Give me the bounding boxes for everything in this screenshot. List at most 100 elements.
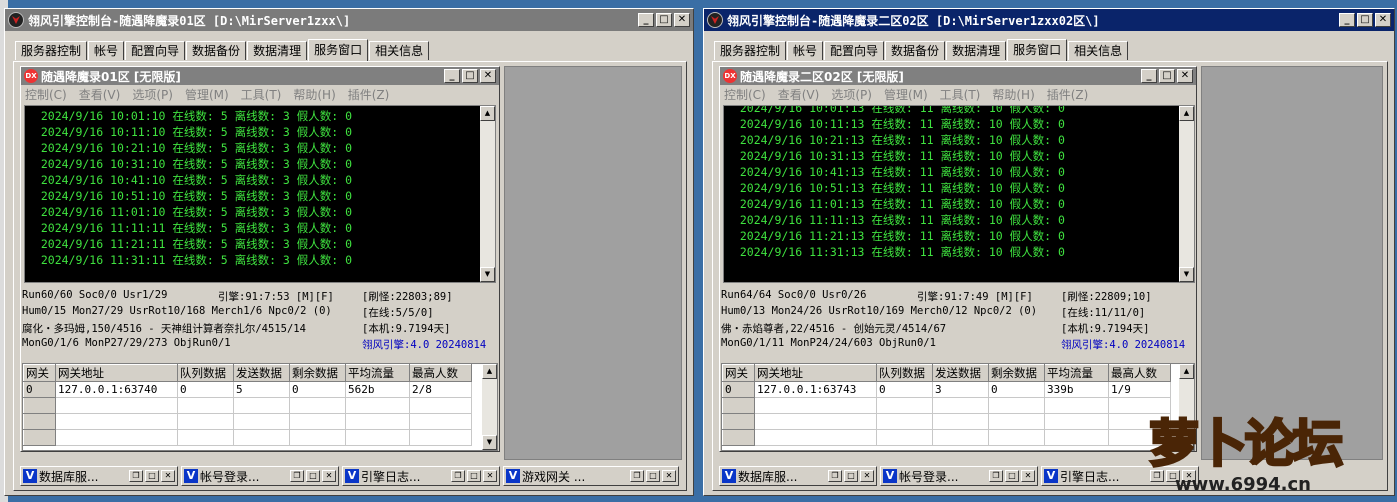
col-send-data[interactable]: 发送数据 <box>233 364 290 382</box>
log-scrollbar[interactable]: ▲ ▼ <box>1179 106 1194 282</box>
close-icon[interactable]: ✕ <box>161 470 175 482</box>
gateway-grid[interactable]: 网关 网关地址 队列数据 发送数据 剩余数据 平均流量 最高人数 0 127.0… <box>22 363 498 451</box>
menu-tools[interactable]: 工具(T) <box>241 86 282 103</box>
tab-config-wizard[interactable]: 配置向导 <box>824 41 885 60</box>
col-gateway-address[interactable]: 网关地址 <box>754 364 877 382</box>
task-database-server[interactable]: V 数据库服... ❐ □ ✕ <box>719 466 877 486</box>
log-console[interactable]: 2024/9/16 10:01:13 在线数: 11 离线数: 10 假人数: … <box>723 105 1195 283</box>
tab-server-control[interactable]: 服务器控制 <box>15 41 88 60</box>
tab-related-info[interactable]: 相关信息 <box>1068 41 1129 60</box>
menu-view[interactable]: 查看(V) <box>778 86 820 103</box>
col-max-users[interactable]: 最高人数 <box>409 364 472 382</box>
scroll-up-icon[interactable]: ▲ <box>1179 106 1194 121</box>
col-queue-data[interactable]: 队列数据 <box>177 364 234 382</box>
child-minimize-icon[interactable]: _ <box>1141 69 1157 83</box>
col-remain-data[interactable]: 剩余数据 <box>289 364 346 382</box>
task-database-server[interactable]: V 数据库服... ❐ □ ✕ <box>20 466 178 486</box>
tab-service-window[interactable]: 服务窗口 <box>1007 39 1068 61</box>
menu-options[interactable]: 选项(P) <box>132 86 173 103</box>
tab-account[interactable]: 帐号 <box>88 41 125 60</box>
table-row[interactable]: 0 127.0.0.1:63740 0 5 0 562b 2/8 <box>23 381 472 398</box>
maximize-icon[interactable]: □ <box>145 470 159 482</box>
menu-control[interactable]: 控制(C) <box>25 86 67 103</box>
menu-plugins[interactable]: 插件(Z) <box>1047 86 1089 103</box>
menu-plugins[interactable]: 插件(Z) <box>348 86 390 103</box>
scroll-up-icon[interactable]: ▲ <box>482 364 497 379</box>
restore-icon[interactable]: ❐ <box>451 470 465 482</box>
child-maximize-icon[interactable]: □ <box>462 69 478 83</box>
menu-control[interactable]: 控制(C) <box>724 86 766 103</box>
col-gateway[interactable]: 网关 <box>722 364 755 382</box>
tab-account[interactable]: 帐号 <box>787 41 824 60</box>
task-label: 数据库服... <box>738 469 798 484</box>
restore-icon[interactable]: ❐ <box>129 470 143 482</box>
child-maximize-icon[interactable]: □ <box>1159 69 1175 83</box>
grid-scrollbar[interactable]: ▲ ▼ <box>482 364 497 450</box>
tab-service-window[interactable]: 服务窗口 <box>308 39 369 61</box>
menu-view[interactable]: 查看(V) <box>79 86 121 103</box>
task-game-gateway[interactable]: V 游戏网关 ... ❐ □ ✕ <box>503 466 679 486</box>
close-icon[interactable]: ✕ <box>483 470 497 482</box>
task-account-login[interactable]: V 帐号登录... ❐ □ ✕ <box>880 466 1038 486</box>
scroll-up-icon[interactable]: ▲ <box>480 106 495 121</box>
app-logo-icon <box>707 12 723 28</box>
gateway-grid[interactable]: 网关 网关地址 队列数据 发送数据 剩余数据 平均流量 最高人数 0 127.0… <box>721 363 1195 451</box>
child-window-titlebar[interactable]: DX 随遇降魔录01区 [无限版] _ □ ✕ <box>21 67 499 85</box>
scroll-down-icon[interactable]: ▼ <box>482 435 497 450</box>
window-titlebar[interactable]: 翎风引擎控制台-随遇降魔录二区02区 [D:\MirServer1zxx02区\… <box>704 9 1394 31</box>
maximize-icon[interactable]: □ <box>1005 470 1019 482</box>
log-console[interactable]: 2024/9/16 10:01:10 在线数: 5 离线数: 3 假人数: 0 … <box>24 105 496 283</box>
tab-data-cleanup[interactable]: 数据清理 <box>247 41 308 60</box>
close-icon[interactable]: ✕ <box>1375 13 1391 27</box>
scroll-down-icon[interactable]: ▼ <box>480 267 495 282</box>
task-engine-log[interactable]: V 引擎日志... ❐ □ ✕ <box>342 466 500 486</box>
menu-help[interactable]: 帮助(H) <box>293 86 335 103</box>
close-icon[interactable]: ✕ <box>674 13 690 27</box>
col-queue-data[interactable]: 队列数据 <box>876 364 933 382</box>
tab-related-info[interactable]: 相关信息 <box>369 41 430 60</box>
col-avg-traffic[interactable]: 平均流量 <box>1044 364 1109 382</box>
menu-manage[interactable]: 管理(M) <box>185 86 229 103</box>
tab-data-cleanup[interactable]: 数据清理 <box>946 41 1007 60</box>
col-send-data[interactable]: 发送数据 <box>932 364 989 382</box>
task-account-login[interactable]: V 帐号登录... ❐ □ ✕ <box>181 466 339 486</box>
tab-config-wizard[interactable]: 配置向导 <box>125 41 186 60</box>
menu-tools[interactable]: 工具(T) <box>940 86 981 103</box>
col-remain-data[interactable]: 剩余数据 <box>988 364 1045 382</box>
child-close-icon[interactable]: ✕ <box>480 69 496 83</box>
col-gateway-address[interactable]: 网关地址 <box>55 364 178 382</box>
tab-data-backup[interactable]: 数据备份 <box>186 41 247 60</box>
minimize-icon[interactable]: _ <box>638 13 654 27</box>
scroll-up-icon[interactable]: ▲ <box>1179 364 1194 379</box>
close-icon[interactable]: ✕ <box>662 470 676 482</box>
maximize-icon[interactable]: □ <box>656 13 672 27</box>
window-titlebar[interactable]: 翎风引擎控制台-随遇降魔录01区 [D:\MirServer1zxx\] _ □… <box>5 9 693 31</box>
child-minimize-icon[interactable]: _ <box>444 69 460 83</box>
close-icon[interactable]: ✕ <box>322 470 336 482</box>
tab-server-control[interactable]: 服务器控制 <box>714 41 787 60</box>
scroll-down-icon[interactable]: ▼ <box>1179 267 1194 282</box>
log-scrollbar[interactable]: ▲ ▼ <box>480 106 495 282</box>
close-icon[interactable]: ✕ <box>1021 470 1035 482</box>
maximize-icon[interactable]: □ <box>844 470 858 482</box>
maximize-icon[interactable]: □ <box>467 470 481 482</box>
restore-icon[interactable]: ❐ <box>290 470 304 482</box>
col-avg-traffic[interactable]: 平均流量 <box>345 364 410 382</box>
menu-help[interactable]: 帮助(H) <box>992 86 1034 103</box>
col-max-users[interactable]: 最高人数 <box>1108 364 1171 382</box>
tab-data-backup[interactable]: 数据备份 <box>885 41 946 60</box>
restore-icon[interactable]: ❐ <box>989 470 1003 482</box>
menu-options[interactable]: 选项(P) <box>831 86 872 103</box>
maximize-icon[interactable]: □ <box>646 470 660 482</box>
table-row[interactable]: 0 127.0.0.1:63743 0 3 0 339b 1/9 <box>722 381 1171 398</box>
child-close-icon[interactable]: ✕ <box>1177 69 1193 83</box>
restore-icon[interactable]: ❐ <box>828 470 842 482</box>
minimize-icon[interactable]: _ <box>1339 13 1355 27</box>
close-icon[interactable]: ✕ <box>860 470 874 482</box>
maximize-icon[interactable]: □ <box>1357 13 1373 27</box>
col-gateway[interactable]: 网关 <box>23 364 56 382</box>
child-window-titlebar[interactable]: DX 随遇降魔录二区02区 [无限版] _ □ ✕ <box>720 67 1196 85</box>
menu-manage[interactable]: 管理(M) <box>884 86 928 103</box>
restore-icon[interactable]: ❐ <box>630 470 644 482</box>
maximize-icon[interactable]: □ <box>306 470 320 482</box>
